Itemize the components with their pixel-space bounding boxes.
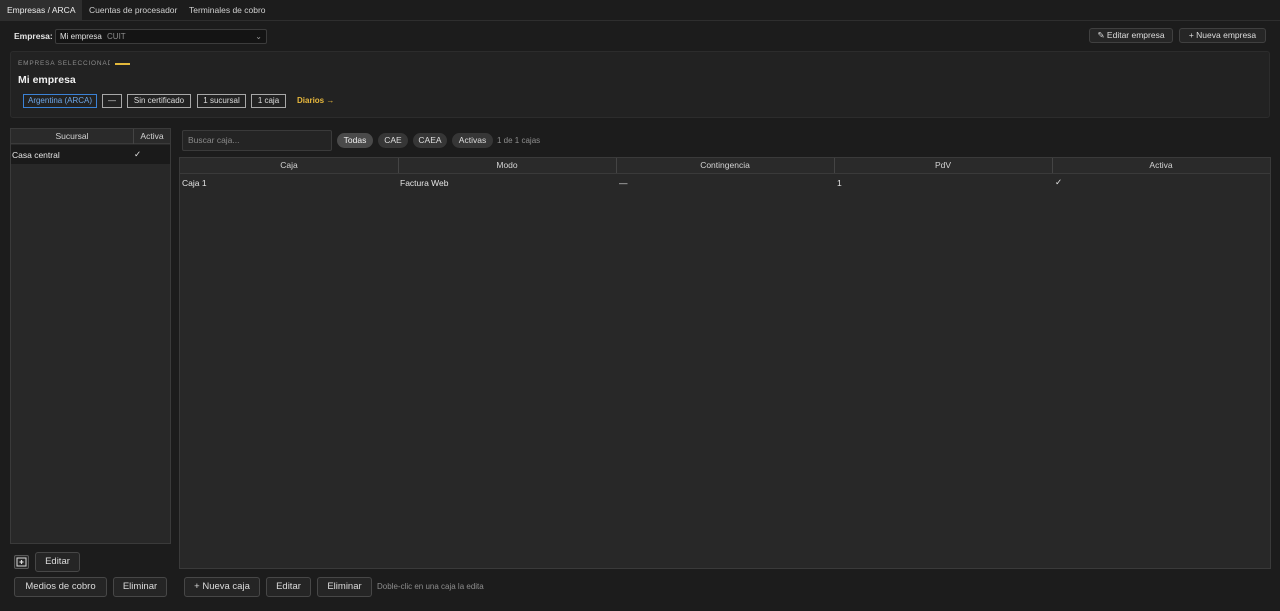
- caja-modo: Factura Web: [400, 178, 449, 188]
- caja-table: [179, 157, 1271, 569]
- sucursal-count-chip: 1 sucursal: [197, 94, 246, 108]
- payment-methods-button[interactable]: Medios de cobro: [14, 577, 107, 597]
- company-select-cuit: CUIT: [107, 32, 126, 41]
- certificate-chip: Sin certificado: [127, 94, 191, 108]
- add-sucursal-button[interactable]: [14, 555, 29, 569]
- double-click-hint: Doble-clic en una caja la edita: [377, 582, 484, 591]
- sucursal-row[interactable]: Casa central ✓: [11, 145, 170, 164]
- section-accent-line: [115, 63, 130, 65]
- caja-row[interactable]: Caja 1 Factura Web — 1 ✓: [180, 175, 1270, 191]
- caja-active-check: ✓: [1055, 177, 1063, 187]
- country-chip: Argentina (ARCA): [23, 94, 97, 108]
- sucursal-active-check: ✓: [134, 149, 142, 159]
- cuit-chip: —: [102, 94, 122, 108]
- sucursal-name: Casa central: [12, 150, 60, 160]
- filter-pill-cae[interactable]: CAE: [378, 133, 408, 148]
- selected-company-section-label: EMPRESA SELECCIONADA: [18, 60, 110, 67]
- company-select-value: Mi empresa: [60, 32, 102, 41]
- caja-contingencia: —: [619, 178, 628, 188]
- column-header-caja[interactable]: Caja: [180, 158, 398, 172]
- tab-bar: Empresas / ARCA Cuentas de procesador Te…: [0, 0, 1280, 21]
- diarios-link[interactable]: Diarios →: [297, 96, 334, 105]
- edit-caja-button[interactable]: Editar: [266, 577, 311, 597]
- filter-pill-activas[interactable]: Activas: [452, 133, 493, 148]
- caja-name: Caja 1: [182, 178, 207, 188]
- column-header-modo[interactable]: Modo: [398, 158, 616, 172]
- add-box-icon: [16, 557, 27, 567]
- caja-table-header: Caja Modo Contingencia PdV Activa: [179, 157, 1271, 174]
- caja-count-chip: 1 caja: [251, 94, 286, 108]
- company-selector-label: Empresa:: [14, 31, 53, 41]
- delete-caja-button[interactable]: Eliminar: [317, 577, 372, 597]
- new-caja-button[interactable]: + Nueva caja: [184, 577, 260, 597]
- column-header-activa[interactable]: Activa: [1052, 158, 1270, 172]
- tab-terminales-cobro[interactable]: Terminales de cobro: [182, 0, 273, 20]
- sucursal-table: [10, 128, 171, 544]
- caja-count-text: 1 de 1 cajas: [497, 136, 541, 145]
- filter-pill-todas[interactable]: Todas: [337, 133, 373, 148]
- column-header-activa[interactable]: Activa: [134, 129, 170, 143]
- column-header-sucursal[interactable]: Sucursal: [11, 129, 133, 143]
- edit-sucursal-button[interactable]: Editar: [35, 552, 80, 572]
- column-header-pdv[interactable]: PdV: [834, 158, 1052, 172]
- chevron-down-icon: ⌄: [255, 32, 262, 41]
- new-company-button[interactable]: + Nueva empresa: [1179, 28, 1266, 43]
- tab-cuentas-procesador[interactable]: Cuentas de procesador: [82, 0, 184, 20]
- selected-company-name: Mi empresa: [18, 74, 76, 86]
- tab-empresas-arca[interactable]: Empresas / ARCA: [0, 0, 82, 20]
- column-header-contingencia[interactable]: Contingencia: [616, 158, 834, 172]
- company-select[interactable]: Mi empresa CUIT ⌄: [55, 29, 267, 44]
- caja-search-input[interactable]: Buscar caja...: [182, 130, 332, 151]
- edit-company-button[interactable]: ✎ Editar empresa: [1089, 28, 1173, 43]
- caja-pdv: 1: [837, 178, 842, 188]
- delete-sucursal-button[interactable]: Eliminar: [113, 577, 167, 597]
- filter-pill-caea[interactable]: CAEA: [413, 133, 447, 148]
- sucursal-table-header: Sucursal Activa: [10, 128, 171, 144]
